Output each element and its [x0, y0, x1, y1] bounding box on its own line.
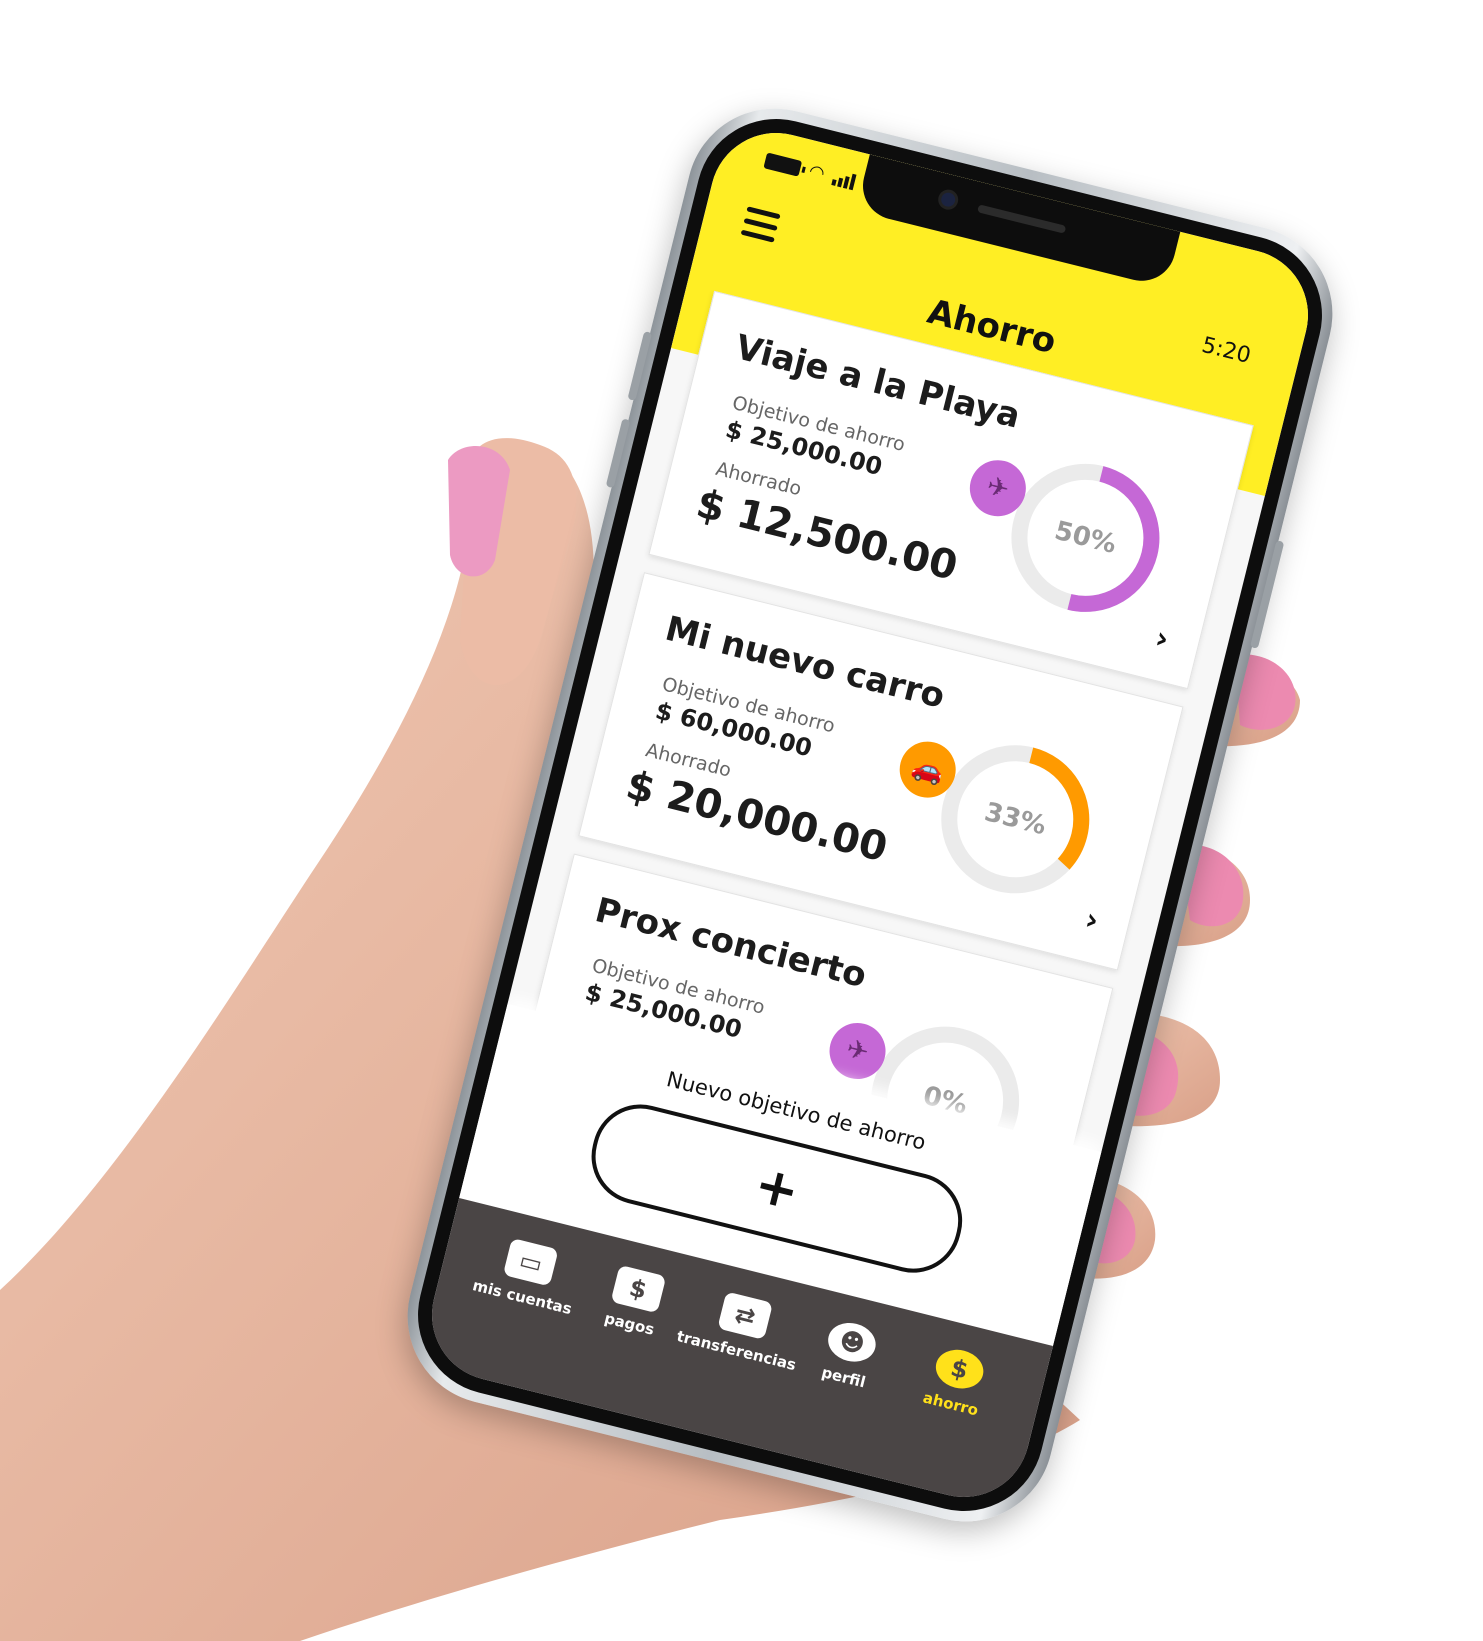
nav-label: perfil	[819, 1363, 868, 1392]
wifi-icon: ◠	[807, 160, 827, 185]
speaker-grille	[977, 204, 1067, 234]
hamburger-menu-icon[interactable]	[739, 206, 781, 249]
camera-icon	[939, 191, 957, 209]
card-icon: ▭	[503, 1238, 559, 1287]
progress-ring: 🚗 33%	[893, 716, 1118, 922]
signal-icon	[831, 169, 857, 190]
nav-item-mis-cuentas[interactable]: ▭ mis cuentas	[467, 1231, 589, 1320]
nav-label: pagos	[602, 1309, 657, 1339]
saved-value: $ 20,000.00	[621, 762, 892, 872]
nav-item-perfil[interactable]: ☻ perfil	[788, 1311, 910, 1400]
saved-value: $ 12,500.00	[691, 480, 962, 590]
dollar-icon: $	[610, 1264, 666, 1314]
progress-ring: ✈ 50%	[963, 435, 1188, 641]
piggy-bank-icon: $	[931, 1344, 988, 1394]
nav-label: ahorro	[921, 1388, 981, 1420]
chevron-right-icon[interactable]: ›	[1082, 902, 1102, 939]
nav-label: mis cuentas	[470, 1276, 574, 1319]
battery-icon	[763, 151, 803, 177]
nav-item-transferencias[interactable]: ⇄ transferencias	[675, 1284, 803, 1374]
transfer-icon: ⇄	[717, 1291, 774, 1340]
nav-item-ahorro[interactable]: $ ahorro	[895, 1337, 1017, 1426]
face-icon: ☻	[824, 1318, 881, 1367]
nav-label: transferencias	[674, 1327, 798, 1375]
chevron-right-icon[interactable]: ›	[1152, 620, 1172, 657]
status-icons: ◠	[763, 150, 857, 193]
